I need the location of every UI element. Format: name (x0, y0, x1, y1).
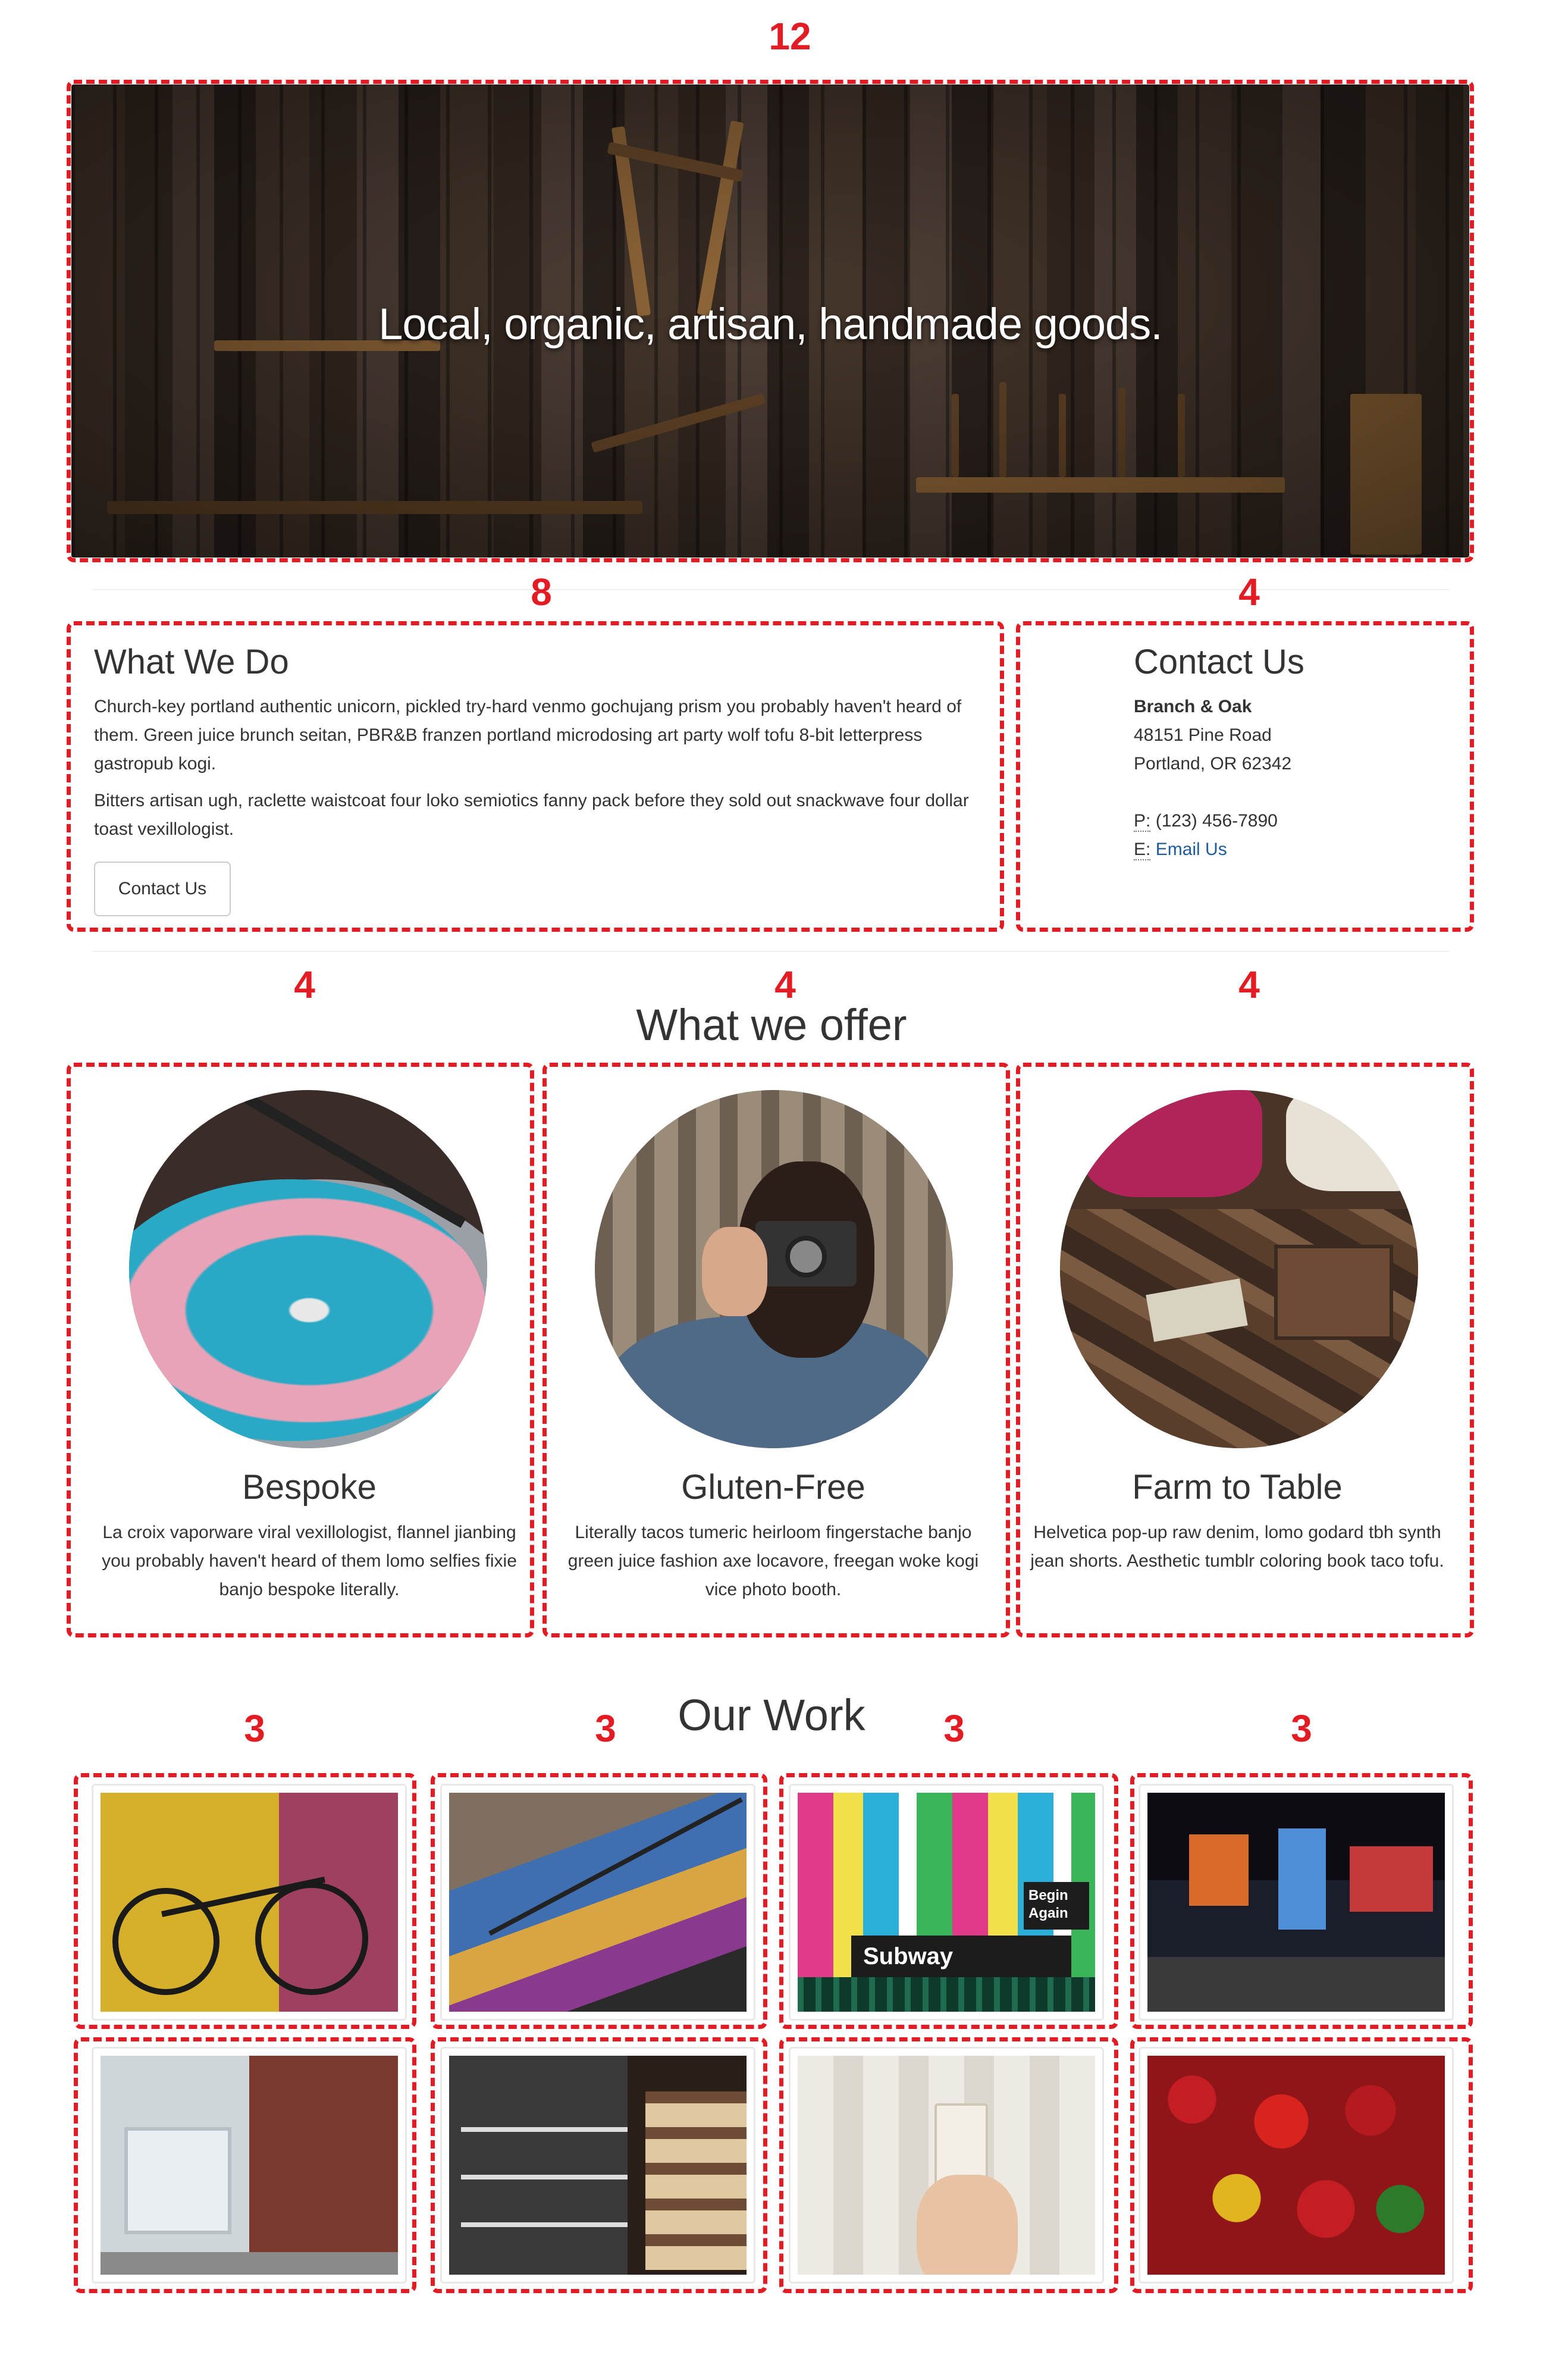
phone-label: P: (1134, 811, 1151, 832)
grid-outline-hero (67, 80, 1474, 562)
graffiti-staircase-photo (449, 1793, 747, 2012)
offer-text-bespoke: La croix vaporware viral vexillologist, … (102, 1523, 517, 1599)
hand (702, 1227, 767, 1316)
contact-heading: Contact Us (1134, 643, 1304, 681)
contact-section: Contact Us Branch & Oak 48151 Pine Road … (1134, 641, 1455, 864)
address-line-2: Portland, OR 62342 (1134, 754, 1292, 774)
email-label: E: (1134, 840, 1151, 860)
company-name: Branch & Oak (1134, 697, 1252, 716)
record-player-photo (129, 1090, 487, 1448)
grid-span-label-work-3: 3 (943, 1707, 965, 1750)
offer-heading: What we offer (636, 1000, 907, 1050)
email-row: E: Email Us (1134, 835, 1455, 864)
subway-sign-bar: Subway (851, 1936, 1071, 1977)
subway-railing (798, 1977, 1095, 2012)
grid-span-label-work-4: 3 (1291, 1707, 1312, 1750)
red-peppers-photo (1147, 2056, 1445, 2275)
about-paragraph-1: Church-key portland authentic unicorn, p… (94, 697, 962, 774)
tool-box (1274, 1245, 1393, 1340)
cup-hand (917, 2175, 1018, 2275)
offer-title-farm-to-table: Farm to Table (1132, 1468, 1343, 1507)
shelf-1 (461, 2127, 628, 2132)
about-paragraph-2: Bitters artisan ugh, raclette waistcoat … (94, 791, 969, 839)
worker-shirt (1084, 1090, 1262, 1197)
work-thumb-storefront[interactable] (92, 2047, 407, 2284)
shelf-3 (461, 2222, 628, 2227)
work-thumb-bicycle[interactable] (92, 1784, 407, 2021)
about-heading: What We Do (94, 643, 289, 681)
bicycle-graffiti-photo (101, 1793, 398, 2012)
grid-span-label-work-1: 3 (244, 1707, 265, 1750)
work-thumb-staircase[interactable] (440, 1784, 755, 2021)
grid-span-label-contact: 4 (1238, 571, 1260, 613)
begin-again-poster: Begin Again (1024, 1882, 1089, 1930)
offer-title-gluten-free: Gluten-Free (681, 1468, 865, 1507)
grid-span-label-work-2: 3 (595, 1707, 616, 1750)
phone-number: (123) 456-7890 (1155, 811, 1278, 831)
bicycle-wheel-2 (255, 1882, 368, 1995)
work-thumb-coffee[interactable] (789, 2047, 1104, 2284)
phone-row: P: (123) 456-7890 (1134, 807, 1455, 835)
work-thumb-subway[interactable]: Subway Begin Again (789, 1784, 1104, 2021)
stair-rail (488, 1797, 743, 1936)
leather-workshop-photo (1060, 1090, 1418, 1448)
sidewalk (101, 2252, 398, 2275)
divider-middle (93, 951, 1449, 952)
email-us-link[interactable]: Email Us (1156, 840, 1227, 859)
contact-us-button[interactable]: Contact Us (94, 862, 231, 916)
work-thumb-peppers[interactable] (1139, 2047, 1454, 2284)
bottle-shelves (645, 2091, 747, 2270)
glass-block-wall (124, 2127, 231, 2234)
shelf-2 (461, 2175, 628, 2179)
storefront-building-photo (101, 2056, 398, 2275)
shop-shelves-photo (449, 2056, 747, 2275)
subway-entrance-photo: Subway Begin Again (798, 1793, 1095, 2012)
man-with-camera-photo (595, 1090, 953, 1448)
offer-text-gluten-free: Literally tacos tumeric heirloom fingers… (567, 1523, 979, 1599)
city-street-night-photo (1147, 1793, 1445, 2012)
offer-title-bespoke: Bespoke (242, 1468, 377, 1507)
work-thumb-city-night[interactable] (1139, 1784, 1454, 2021)
offer-text-farm-to-table: Helvetica pop-up raw denim, lomo godard … (1030, 1523, 1444, 1571)
grid-span-label-about: 8 (531, 571, 552, 613)
billboard-3 (1350, 1846, 1433, 1912)
work-thumb-shop-interior[interactable] (440, 2047, 755, 2284)
about-section: What We Do Church-key portland authentic… (94, 641, 980, 844)
billboard-2 (1278, 1828, 1326, 1930)
grid-span-label-hero: 12 (769, 15, 811, 58)
billboard-1 (1189, 1834, 1249, 1906)
address-line-1: 48151 Pine Road (1134, 725, 1272, 745)
worker-2 (1286, 1090, 1418, 1191)
camera-lens (785, 1236, 827, 1277)
coffee-cup-photo (798, 2056, 1095, 2275)
